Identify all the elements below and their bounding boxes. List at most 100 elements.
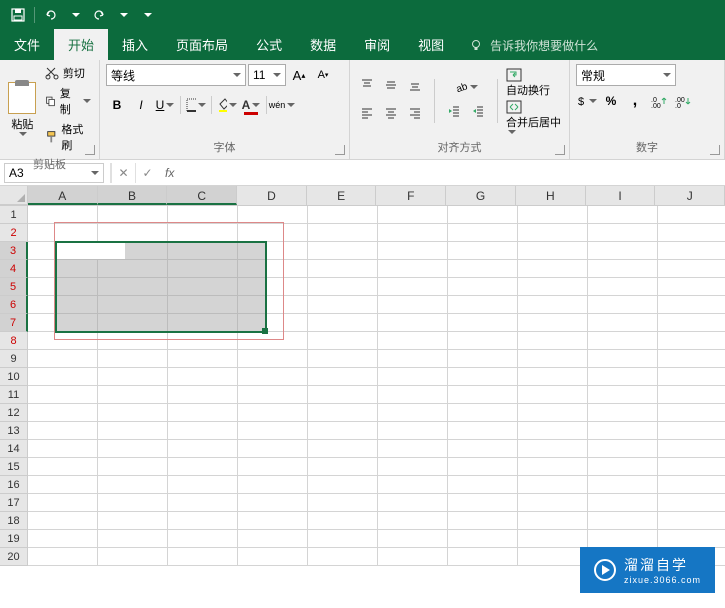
cut-button[interactable]: 剪切 <box>43 64 93 82</box>
cell-F15[interactable] <box>378 458 448 476</box>
cell-G12[interactable] <box>448 404 518 422</box>
cell-J13[interactable] <box>658 422 725 440</box>
cell-I14[interactable] <box>588 440 658 458</box>
cell-I13[interactable] <box>588 422 658 440</box>
cell-J1[interactable] <box>658 206 725 224</box>
font-color-button[interactable]: A <box>240 94 262 116</box>
italic-button[interactable]: I <box>130 94 152 116</box>
formula-input[interactable] <box>180 163 725 183</box>
cell-F4[interactable] <box>378 260 448 278</box>
cell-F7[interactable] <box>378 314 448 332</box>
cell-C11[interactable] <box>168 386 238 404</box>
cell-E4[interactable] <box>308 260 378 278</box>
cell-C18[interactable] <box>168 512 238 530</box>
col-header-B[interactable]: B <box>98 186 168 205</box>
cell-J10[interactable] <box>658 368 725 386</box>
cell-G15[interactable] <box>448 458 518 476</box>
cell-B2[interactable] <box>98 224 168 242</box>
cell-J15[interactable] <box>658 458 725 476</box>
tab-data[interactable]: 数据 <box>296 29 350 60</box>
cell-I12[interactable] <box>588 404 658 422</box>
accounting-format-button[interactable]: $ <box>576 90 598 112</box>
cell-D16[interactable] <box>238 476 308 494</box>
cell-A8[interactable] <box>28 332 98 350</box>
cell-A19[interactable] <box>28 530 98 548</box>
cell-H8[interactable] <box>518 332 588 350</box>
cell-A17[interactable] <box>28 494 98 512</box>
cell-A15[interactable] <box>28 458 98 476</box>
cell-C15[interactable] <box>168 458 238 476</box>
cell-J3[interactable] <box>658 242 725 260</box>
row-header-17[interactable]: 17 <box>0 494 28 512</box>
cell-B8[interactable] <box>98 332 168 350</box>
cell-H17[interactable] <box>518 494 588 512</box>
cell-I11[interactable] <box>588 386 658 404</box>
cell-H6[interactable] <box>518 296 588 314</box>
align-center-button[interactable] <box>380 102 402 124</box>
cell-D8[interactable] <box>238 332 308 350</box>
cell-D20[interactable] <box>238 548 308 566</box>
clipboard-launcher-icon[interactable] <box>85 145 95 155</box>
cell-H1[interactable] <box>518 206 588 224</box>
cell-I18[interactable] <box>588 512 658 530</box>
cell-B16[interactable] <box>98 476 168 494</box>
increase-decimal-button[interactable]: .0.00 <box>648 90 670 112</box>
cell-F17[interactable] <box>378 494 448 512</box>
redo-icon[interactable] <box>89 5 109 25</box>
cell-B12[interactable] <box>98 404 168 422</box>
cell-H10[interactable] <box>518 368 588 386</box>
save-icon[interactable] <box>8 5 28 25</box>
cell-G1[interactable] <box>448 206 518 224</box>
cell-E16[interactable] <box>308 476 378 494</box>
cell-J12[interactable] <box>658 404 725 422</box>
cell-B20[interactable] <box>98 548 168 566</box>
cell-C8[interactable] <box>168 332 238 350</box>
font-name-select[interactable]: 等线 <box>106 64 246 86</box>
tab-home[interactable]: 开始 <box>54 29 108 60</box>
cell-E11[interactable] <box>308 386 378 404</box>
cell-G20[interactable] <box>448 548 518 566</box>
tab-review[interactable]: 审阅 <box>350 29 404 60</box>
cell-H11[interactable] <box>518 386 588 404</box>
cell-E3[interactable] <box>308 242 378 260</box>
cell-D19[interactable] <box>238 530 308 548</box>
cell-F13[interactable] <box>378 422 448 440</box>
cell-J4[interactable] <box>658 260 725 278</box>
cell-C14[interactable] <box>168 440 238 458</box>
cell-E7[interactable] <box>308 314 378 332</box>
cell-I19[interactable] <box>588 530 658 548</box>
cell-E13[interactable] <box>308 422 378 440</box>
cell-G13[interactable] <box>448 422 518 440</box>
bold-button[interactable]: B <box>106 94 128 116</box>
cell-A10[interactable] <box>28 368 98 386</box>
cell-I6[interactable] <box>588 296 658 314</box>
row-header-20[interactable]: 20 <box>0 548 28 566</box>
cell-G7[interactable] <box>448 314 518 332</box>
customize-qat-icon[interactable] <box>137 5 157 25</box>
wrap-text-button[interactable]: 自动换行 <box>506 68 561 98</box>
cell-I2[interactable] <box>588 224 658 242</box>
cell-C1[interactable] <box>168 206 238 224</box>
cell-J16[interactable] <box>658 476 725 494</box>
row-header-11[interactable]: 11 <box>0 386 28 404</box>
cell-I17[interactable] <box>588 494 658 512</box>
cell-H18[interactable] <box>518 512 588 530</box>
cells-area[interactable] <box>28 206 725 566</box>
cell-J6[interactable] <box>658 296 725 314</box>
cell-D13[interactable] <box>238 422 308 440</box>
cell-D18[interactable] <box>238 512 308 530</box>
cell-G16[interactable] <box>448 476 518 494</box>
cell-B15[interactable] <box>98 458 168 476</box>
number-launcher-icon[interactable] <box>710 145 720 155</box>
col-header-A[interactable]: A <box>28 186 98 205</box>
cell-I16[interactable] <box>588 476 658 494</box>
align-middle-button[interactable] <box>380 74 402 96</box>
cell-E12[interactable] <box>308 404 378 422</box>
cell-A9[interactable] <box>28 350 98 368</box>
cell-C12[interactable] <box>168 404 238 422</box>
cell-A16[interactable] <box>28 476 98 494</box>
underline-button[interactable]: U <box>154 94 176 116</box>
cell-H2[interactable] <box>518 224 588 242</box>
row-header-18[interactable]: 18 <box>0 512 28 530</box>
cell-G2[interactable] <box>448 224 518 242</box>
